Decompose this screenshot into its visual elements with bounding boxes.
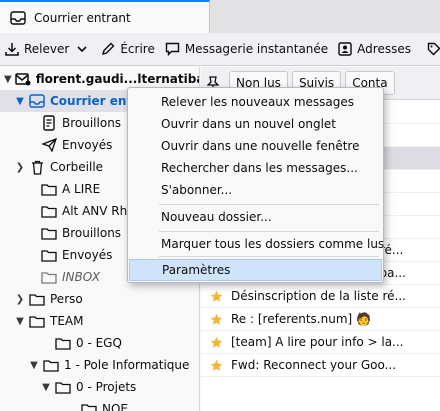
folder-label: Brouillons: [62, 116, 122, 130]
menu-item-label: Marquer tous les dossiers comme lus: [161, 237, 385, 251]
address-book-label: Adresses: [357, 42, 411, 56]
folder-icon: [41, 225, 57, 241]
account-name: florent.gaudi...lternatiba...: [35, 72, 200, 86]
folder-icon: [41, 247, 57, 263]
download-icon: [5, 42, 19, 56]
menu-open-new-window[interactable]: Ouvrir dans une nouvelle fenêtre: [129, 135, 382, 157]
menu-settings[interactable]: Paramètres: [129, 259, 382, 281]
folder-label: Envoyés: [62, 138, 113, 152]
menu-item-label: Nouveau dossier...: [161, 210, 272, 224]
menu-open-new-tab[interactable]: Ouvrir dans un nouvel onglet: [129, 113, 382, 135]
tag-icon: [427, 42, 440, 56]
menu-item-label: Ouvrir dans une nouvelle fenêtre: [161, 139, 360, 153]
folder-perso[interactable]: ❯ Perso: [0, 288, 199, 310]
folder-icon: [81, 401, 97, 411]
message-row[interactable]: Re : [referents.num] 🧑: [201, 308, 440, 331]
menu-get-new-messages[interactable]: Relever les nouveaux messages: [129, 91, 382, 113]
folder-label: 0 - EGQ: [76, 336, 122, 350]
address-book-button[interactable]: Adresses: [333, 36, 416, 62]
menu-separator: [159, 204, 379, 205]
folder-label: INBOX: [62, 270, 101, 284]
message-row[interactable]: Désinscription de la liste ré...: [201, 285, 440, 308]
chevron-right-icon[interactable]: ❯: [14, 294, 26, 305]
menu-item-label: Paramètres: [162, 263, 231, 277]
paper-plane-icon: [41, 137, 57, 153]
folder-label: Brouillons: [62, 226, 122, 240]
folder-0-egq[interactable]: 0 - EGQ: [0, 332, 199, 354]
folder-label: TEAM: [50, 314, 84, 328]
message-row[interactable]: Fwd: Reconnect your Goo...: [201, 354, 440, 377]
folder-0-projets[interactable]: ▼ 0 - Projets: [0, 376, 199, 398]
menu-item-label: Relever les nouveaux messages: [161, 95, 355, 109]
pencil-icon: [101, 42, 115, 56]
menu-item-label: Ouvrir dans un nouvel onglet: [161, 117, 337, 131]
inbox-icon: [10, 10, 26, 25]
account-envelope-icon: [14, 71, 31, 87]
folder-team[interactable]: ▼ TEAM: [0, 310, 199, 332]
menu-separator: [159, 231, 379, 232]
folder-icon: [43, 357, 59, 373]
folder-icon: [55, 379, 71, 395]
chat-button[interactable]: Messagerie instantanée: [160, 36, 333, 62]
menu-subscribe[interactable]: S'abonner...: [129, 179, 382, 201]
chat-icon: [165, 42, 180, 56]
folder-icon: [41, 203, 57, 219]
address-book-icon: [338, 42, 352, 56]
menu-item-label: Rechercher dans les messages...: [161, 161, 358, 175]
folder-label: NOE: [102, 402, 129, 411]
inbox-icon: [29, 93, 45, 109]
folder-label: 1 - Pole Informatique: [64, 358, 190, 372]
folder-context-menu: Relever les nouveaux messages Ouvrir dan…: [127, 87, 384, 283]
chevron-down-icon[interactable]: ▼: [40, 382, 52, 393]
folder-label: A LIRE: [62, 182, 101, 196]
chevron-right-icon[interactable]: ❯: [14, 162, 26, 173]
folder-label: Perso: [50, 292, 83, 306]
message-row[interactable]: [team] A lire pour info > la...: [201, 331, 440, 354]
star-icon[interactable]: [201, 336, 231, 349]
menu-item-label: S'abonner...: [161, 183, 233, 197]
star-icon[interactable]: [201, 290, 231, 303]
folder-icon: [41, 269, 57, 285]
folder-noe[interactable]: NOE: [0, 398, 199, 411]
write-label: Écrire: [120, 42, 155, 56]
folder-label: Corbeille: [50, 160, 104, 174]
folder-icon: [29, 291, 45, 307]
get-messages-dropdown[interactable]: [74, 36, 90, 62]
tab-inbox[interactable]: Courrier entrant: [0, 0, 210, 33]
folder-icon: [55, 335, 71, 351]
tab-bar: Courrier entrant: [0, 0, 440, 33]
message-subject: [team] A lire pour info > la...: [231, 335, 404, 349]
chevron-down-icon[interactable]: ▼: [28, 360, 40, 371]
message-subject: Fwd: Reconnect your Goo...: [231, 358, 397, 372]
folder-label: Alt ANV Rho: [62, 204, 135, 218]
trash-icon: [29, 159, 45, 175]
chevron-down-icon[interactable]: ▼: [14, 96, 26, 107]
tag-button[interactable]: Ét: [422, 36, 440, 62]
message-subject: Re : [referents.num] 🧑: [231, 312, 371, 326]
chevron-down-icon: [77, 45, 87, 53]
menu-new-folder[interactable]: Nouveau dossier...: [129, 206, 382, 228]
menu-mark-all-read[interactable]: Marquer tous les dossiers comme lus: [129, 233, 385, 255]
star-icon[interactable]: [201, 359, 231, 372]
get-messages-label: Relever: [24, 42, 70, 56]
write-button[interactable]: Écrire: [96, 36, 160, 62]
main-toolbar: Relever Écrire Messagerie instantanée Ad…: [0, 33, 440, 66]
folder-icon: [29, 313, 45, 329]
chevron-down-icon[interactable]: ▼: [14, 316, 26, 327]
star-icon[interactable]: [201, 313, 231, 326]
drafts-icon: [41, 115, 57, 131]
folder-label: 0 - Projets: [76, 380, 137, 394]
get-messages-button[interactable]: Relever: [0, 36, 74, 62]
folder-label: Envoyés: [62, 248, 113, 262]
menu-separator: [159, 256, 379, 257]
chat-label: Messagerie instantanée: [184, 42, 329, 56]
message-subject: Désinscription de la liste ré...: [231, 289, 406, 303]
tab-title: Courrier entrant: [34, 10, 131, 25]
folder-icon: [41, 181, 57, 197]
chevron-down-icon[interactable]: ▼: [4, 74, 12, 85]
menu-search-messages[interactable]: Rechercher dans les messages...: [129, 157, 382, 179]
folder-1-pole-informatique[interactable]: ▼ 1 - Pole Informatique: [0, 354, 199, 376]
